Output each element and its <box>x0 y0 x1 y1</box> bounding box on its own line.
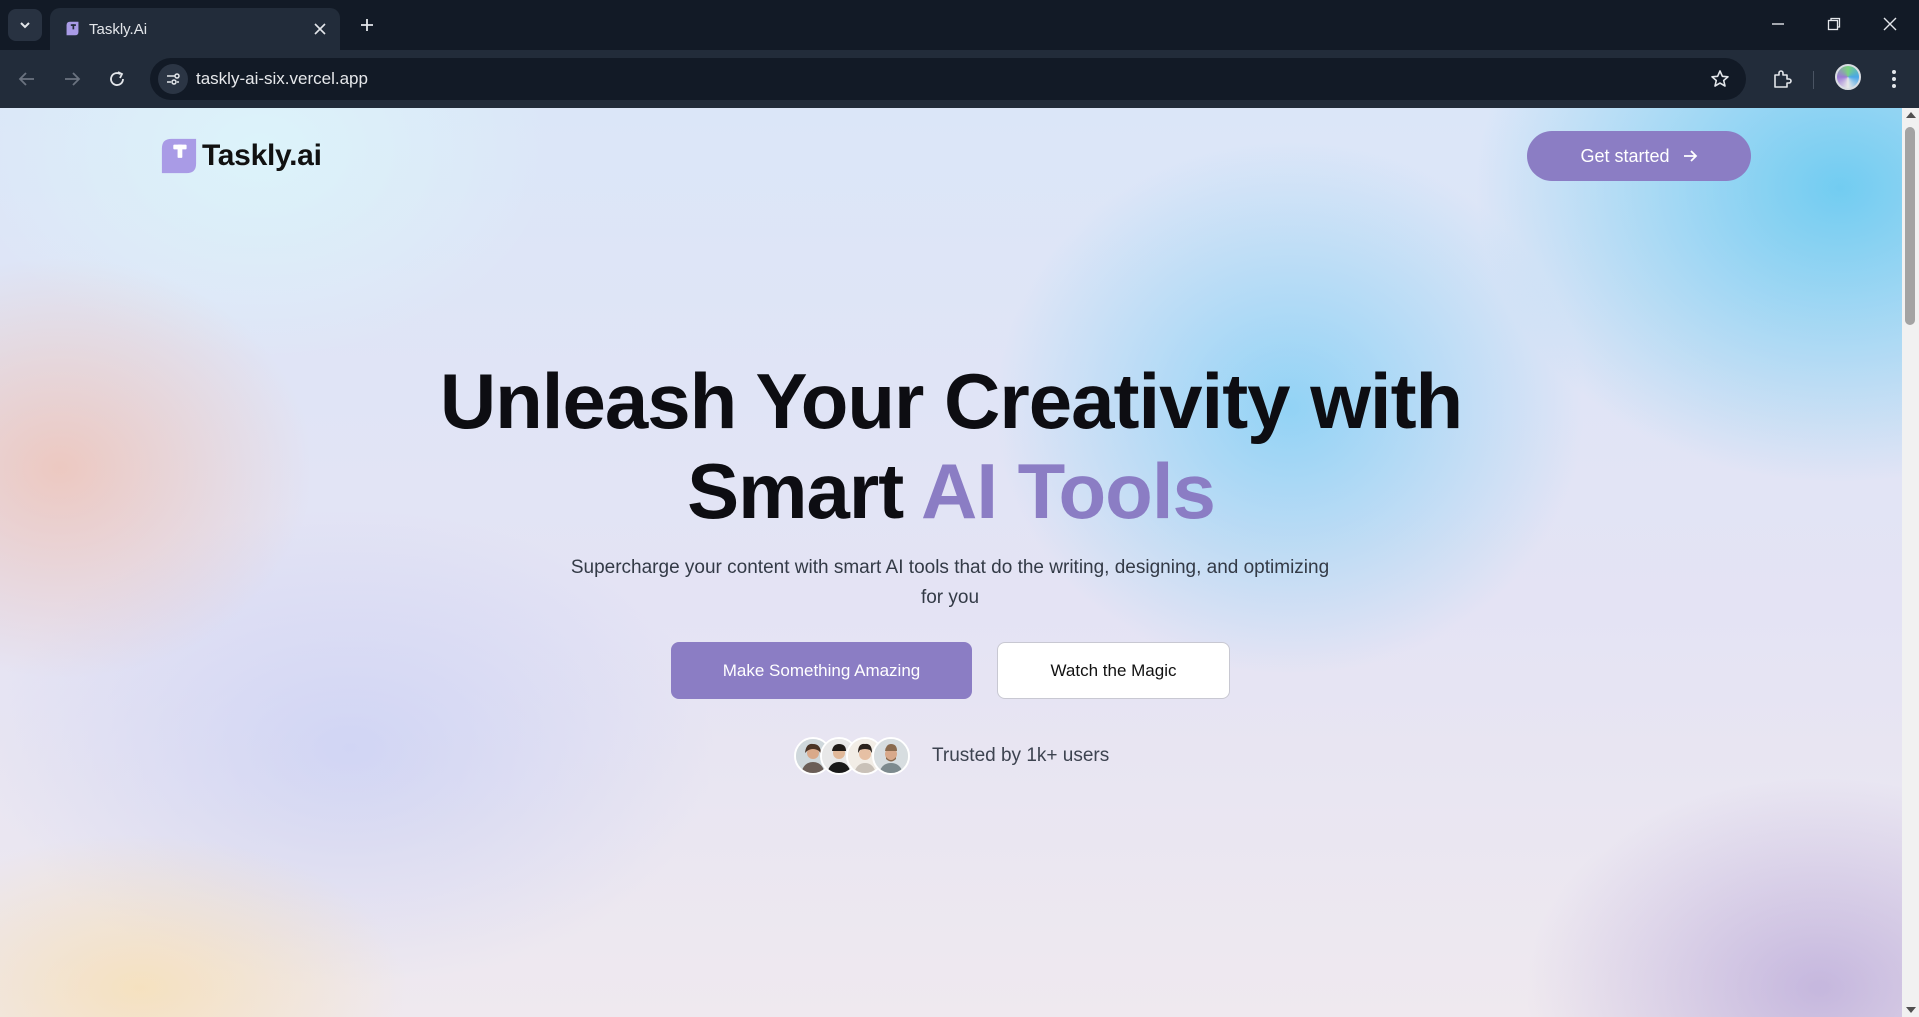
arrow-left-icon <box>18 72 34 86</box>
arrow-right-icon <box>1683 150 1697 162</box>
star-icon <box>1711 70 1729 87</box>
tab-search-button[interactable] <box>8 9 42 41</box>
tab-title: Taskly.Ai <box>89 21 148 38</box>
hero-heading-accent: AI Tools <box>921 447 1216 535</box>
restore-button[interactable] <box>1814 10 1854 38</box>
active-tab[interactable]: Taskly.Ai <box>50 8 340 50</box>
minimize-icon <box>1772 23 1784 25</box>
puzzle-icon <box>1774 70 1792 88</box>
close-icon <box>1883 17 1897 31</box>
close-tab-button[interactable] <box>310 19 330 39</box>
close-icon <box>314 23 326 35</box>
chevron-down-icon <box>20 22 30 29</box>
get-started-label: Get started <box>1580 145 1670 166</box>
scroll-down-arrow-icon[interactable] <box>1906 1007 1916 1013</box>
new-tab-button[interactable] <box>355 13 379 37</box>
brand-logo[interactable]: Taskly.ai <box>160 137 322 175</box>
reload-button[interactable] <box>101 63 133 95</box>
taskly-logo-icon <box>161 138 197 174</box>
hero-heading-plain: Smart <box>687 447 921 535</box>
watch-the-magic-button[interactable]: Watch the Magic <box>997 642 1230 699</box>
restore-icon <box>1827 17 1841 31</box>
tune-icon <box>167 73 180 85</box>
hero-subtitle: Supercharge your content with smart AI t… <box>570 557 1330 608</box>
minimize-button[interactable] <box>1758 10 1798 38</box>
extensions-button[interactable] <box>1766 63 1798 95</box>
taskly-favicon-icon <box>66 21 79 36</box>
get-started-button[interactable]: Get started <box>1527 131 1751 181</box>
toolbar-divider <box>1813 71 1814 89</box>
forward-button[interactable] <box>56 63 88 95</box>
hero-heading-line-2: Smart AI Tools <box>0 446 1902 536</box>
hero-heading: Unleash Your Creativity with Smart AI To… <box>0 356 1902 536</box>
back-button[interactable] <box>11 63 43 95</box>
avatar-group <box>794 737 910 775</box>
page-viewport: Taskly.ai Get started Unleash Your Creat… <box>0 108 1902 1017</box>
address-bar[interactable]: taskly-ai-six.vercel.app <box>150 58 1746 100</box>
browser-menu-button[interactable] <box>1880 63 1908 95</box>
social-proof: Trusted by 1k+ users <box>794 737 1109 775</box>
page-scrollbar[interactable] <box>1902 108 1919 1017</box>
bookmark-button[interactable] <box>1708 67 1732 91</box>
make-something-amazing-button[interactable]: Make Something Amazing <box>671 642 972 699</box>
reload-icon <box>110 71 124 86</box>
plus-icon <box>361 19 373 31</box>
url-text[interactable]: taskly-ai-six.vercel.app <box>196 69 368 89</box>
more-vertical-icon <box>1892 70 1896 88</box>
hero-heading-line-1: Unleash Your Creativity with <box>439 357 1463 445</box>
tab-strip: Taskly.Ai <box>0 0 1919 50</box>
user-avatar-4 <box>872 737 910 775</box>
browser-toolbar: taskly-ai-six.vercel.app <box>0 50 1919 108</box>
close-window-button[interactable] <box>1870 10 1910 38</box>
scroll-up-arrow-icon[interactable] <box>1906 112 1916 118</box>
scrollbar-thumb[interactable] <box>1905 127 1915 325</box>
trusted-by-text: Trusted by 1k+ users <box>932 745 1110 766</box>
brand-name: Taskly.ai <box>202 139 322 172</box>
arrow-right-icon <box>65 72 81 86</box>
profile-avatar[interactable] <box>1835 64 1861 90</box>
site-info-button[interactable] <box>158 64 188 94</box>
